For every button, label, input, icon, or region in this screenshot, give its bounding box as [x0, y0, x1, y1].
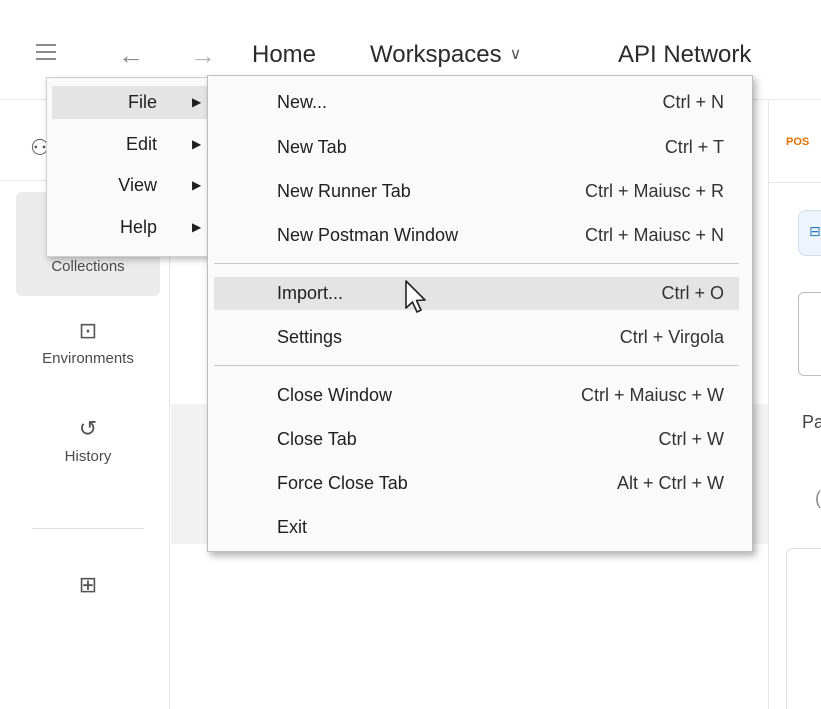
partial-text: (: [815, 488, 821, 508]
menu-item-close-tab[interactable]: Close Tab Ctrl + W: [214, 423, 739, 456]
mouse-cursor-icon: [405, 280, 426, 313]
menu-item-shortcut: Ctrl + Maiusc + N: [584, 225, 724, 245]
menu-item-force-close-tab[interactable]: Force Close Tab Alt + Ctrl + W: [214, 467, 739, 500]
sidebar-item-label: Collections: [51, 258, 125, 275]
nav-workspaces-label: Workspaces: [370, 41, 502, 68]
menu-item-shortcut: Ctrl + Virgola: [619, 327, 724, 347]
menu-item-label: New Postman Window: [277, 225, 459, 245]
submenu-arrow-icon: ▶: [192, 137, 202, 151]
params-tab[interactable]: Pa: [802, 412, 821, 433]
back-arrow-icon[interactable]: ←: [118, 40, 144, 70]
menu-item-label: Force Close Tab: [277, 473, 408, 493]
file-submenu: New... Ctrl + N New Tab Ctrl + T New Run…: [207, 75, 753, 552]
forward-arrow-icon[interactable]: →: [190, 40, 216, 70]
menu-item-label: Help: [119, 217, 157, 237]
menu-item-import[interactable]: Import... Ctrl + O: [214, 277, 739, 310]
menu-item-shortcut: Ctrl + Maiusc + R: [584, 181, 724, 201]
menu-item-close-window[interactable]: Close Window Ctrl + Maiusc + W: [214, 379, 739, 412]
menu-item-shortcut: Ctrl + W: [658, 429, 725, 449]
menu-item-shortcut: Ctrl + N: [662, 92, 724, 112]
menu-item-label: File: [127, 92, 157, 112]
menu-item-shortcut: Ctrl + T: [664, 137, 724, 157]
environments-icon: ⊡: [78, 318, 98, 343]
menu-item-label: New Runner Tab: [277, 181, 411, 201]
nav-home-link[interactable]: Home: [252, 38, 316, 72]
menu-item-shortcut: Alt + Ctrl + W: [616, 473, 724, 493]
menu-item-label: New...: [277, 92, 328, 112]
app-menu: File ▶ Edit ▶ View ▶ Help ▶: [46, 77, 213, 257]
menu-item-label: Edit: [125, 134, 157, 154]
sidebar-item-environments[interactable]: ⊡ Environments: [16, 318, 160, 398]
tab-divider: [768, 182, 821, 183]
submenu-arrow-icon: ▶: [192, 220, 202, 234]
sidebar-item-label: Environments: [42, 350, 134, 367]
sidebar-item-history[interactable]: ↺ History: [16, 416, 160, 506]
menu-item-label: Close Window: [277, 385, 393, 405]
nav-workspaces-dropdown[interactable]: Workspaces ∨: [370, 38, 521, 72]
chevron-down-icon: ∨: [509, 46, 522, 63]
menu-item-label: View: [118, 175, 157, 195]
menu-item-help[interactable]: Help ▶: [52, 211, 207, 244]
submenu-arrow-icon: ▶: [192, 95, 202, 109]
menu-item-edit[interactable]: Edit ▶: [52, 128, 207, 161]
nav-home-label: Home: [252, 41, 317, 68]
menu-separator: [214, 365, 739, 366]
menu-item-new-postman-window[interactable]: New Postman Window Ctrl + Maiusc + N: [214, 219, 739, 252]
configure-sidebar-button[interactable]: ⊞: [16, 572, 160, 612]
menu-item-file[interactable]: File ▶: [52, 86, 207, 119]
sidebar-item-label: History: [64, 448, 112, 465]
menu-item-label: Import...: [277, 283, 344, 303]
url-input[interactable]: [798, 292, 821, 376]
menu-item-view[interactable]: View ▶: [52, 169, 207, 202]
request-tab[interactable]: POS: [786, 136, 809, 148]
response-area: [786, 548, 821, 709]
menu-item-settings[interactable]: Settings Ctrl + Virgola: [214, 321, 739, 354]
menu-item-label: New Tab: [277, 137, 347, 157]
submenu-arrow-icon: ▶: [192, 178, 202, 192]
menu-item-exit[interactable]: Exit: [214, 511, 739, 544]
menu-item-label: Exit: [277, 517, 308, 537]
hamburger-menu-icon[interactable]: [36, 44, 56, 65]
grid-plus-icon: ⊞: [78, 572, 98, 597]
sidebar-divider: [32, 528, 144, 529]
history-icon: ↺: [78, 416, 98, 441]
menu-item-shortcut: Ctrl + Maiusc + W: [580, 385, 724, 405]
menu-item-label: Settings: [277, 327, 343, 347]
menu-separator: [214, 263, 739, 264]
nav-api-network-label: API Network: [618, 41, 752, 68]
menu-item-new-runner-tab[interactable]: New Runner Tab Ctrl + Maiusc + R: [214, 175, 739, 208]
nav-api-network-link[interactable]: API Network: [618, 38, 751, 72]
menu-item-new[interactable]: New... Ctrl + N: [214, 86, 739, 119]
menu-item-shortcut: Ctrl + O: [661, 283, 724, 303]
menu-item-new-tab[interactable]: New Tab Ctrl + T: [214, 131, 739, 164]
menu-item-label: Close Tab: [277, 429, 357, 449]
http-badge-icon: ⊟: [798, 210, 821, 256]
